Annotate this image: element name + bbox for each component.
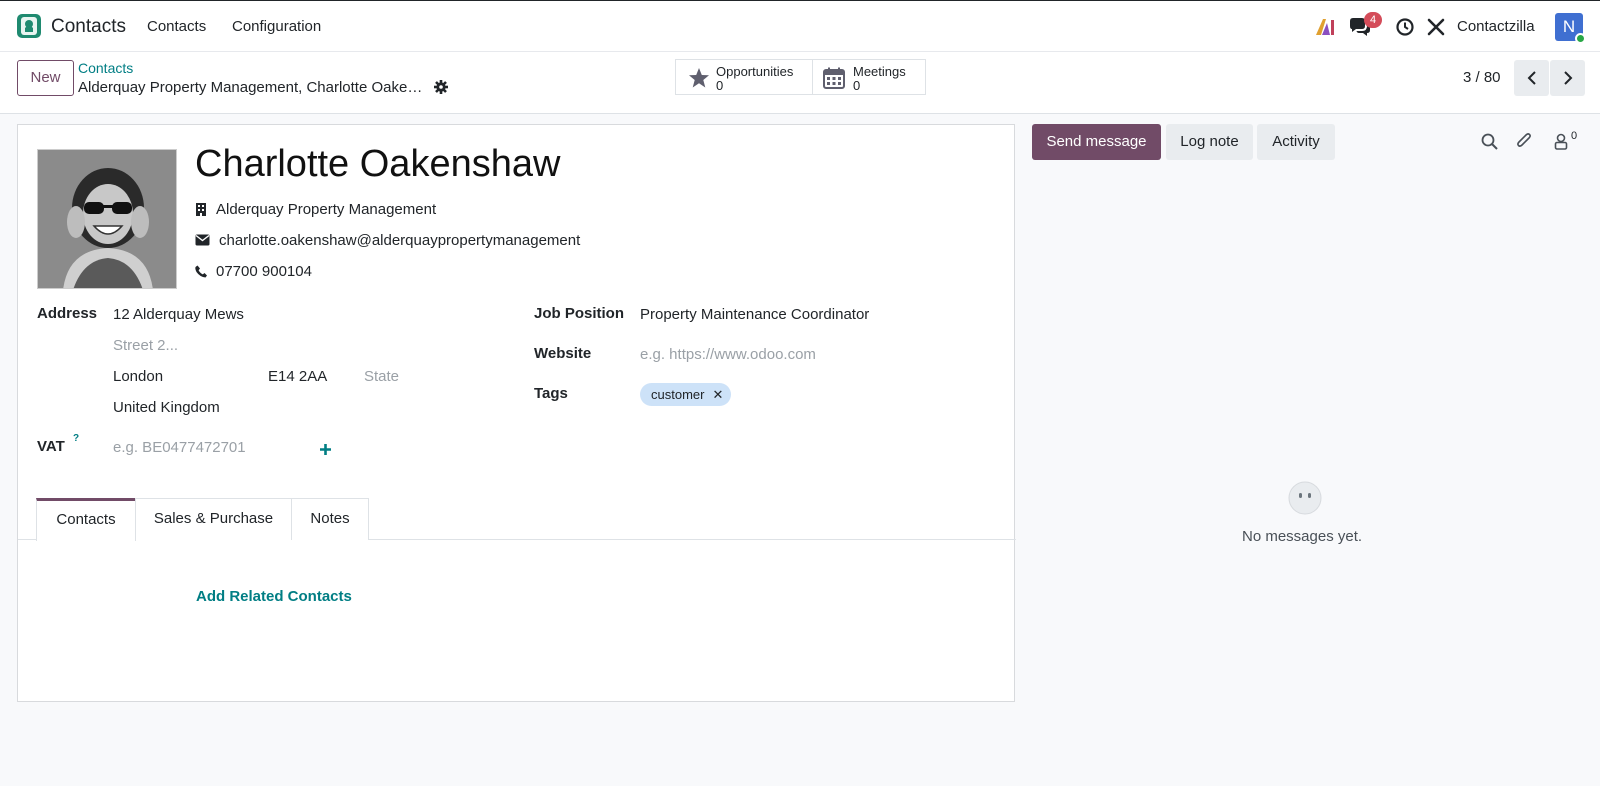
- ai-icon[interactable]: [1314, 1, 1336, 53]
- phone-icon: [195, 265, 207, 277]
- country-select[interactable]: United Kingdom: [113, 399, 220, 416]
- job-position-label: Job Position: [534, 305, 624, 322]
- new-button[interactable]: New: [17, 60, 74, 96]
- tab-contacts[interactable]: Contacts: [36, 498, 136, 541]
- menu-configuration[interactable]: Configuration: [232, 18, 321, 35]
- calendar-icon: [823, 67, 845, 89]
- notebook-tabs: Contacts Sales & Purchase Notes: [18, 498, 1016, 541]
- control-panel: New Contacts Alderquay Property Manageme…: [0, 52, 1600, 114]
- followers-icon: [1554, 133, 1568, 150]
- form-sheet: Charlotte Oakenshaw Alderquay Property M…: [17, 124, 1016, 702]
- tag-label: customer: [651, 387, 705, 402]
- log-note-button[interactable]: Log note: [1166, 124, 1253, 160]
- breadcrumb-current: Alderquay Property Management, Charlotte…: [78, 79, 423, 96]
- company-switcher[interactable]: Contactzilla: [1457, 18, 1535, 35]
- chevron-right-icon: [1563, 71, 1572, 85]
- top-navbar: Contacts Contacts Configuration 4 Contac…: [0, 0, 1600, 52]
- messages-icon[interactable]: 4: [1348, 1, 1383, 53]
- opportunities-count: 0: [716, 78, 724, 93]
- user-initial: N: [1562, 17, 1576, 36]
- meetings-smart-button[interactable]: Meetings 0: [812, 59, 926, 95]
- envelope-icon: [195, 234, 210, 246]
- plus-icon[interactable]: [319, 443, 332, 456]
- pager-value[interactable]: 3 / 80: [1463, 69, 1501, 86]
- website-input[interactable]: e.g. https://www.odoo.com: [640, 346, 816, 363]
- tag-remove-icon[interactable]: ✕: [712, 387, 723, 403]
- followers-count: 0: [1571, 130, 1578, 142]
- contacts-app-icon[interactable]: [17, 14, 41, 38]
- email-value: charlotte.oakenshaw@alderquaypropertyman…: [219, 231, 581, 249]
- opportunities-label: Opportunities: [716, 64, 794, 79]
- vat-label: VAT: [37, 438, 65, 455]
- tags-label: Tags: [534, 385, 568, 402]
- tab-notes[interactable]: Notes: [291, 498, 369, 540]
- no-messages-text: No messages yet.: [1242, 528, 1363, 545]
- activity-clock-icon[interactable]: [1395, 1, 1415, 53]
- zip-input[interactable]: E14 2AA: [268, 368, 327, 385]
- email-field[interactable]: charlotte.oakenshaw@alderquaypropertyman…: [195, 230, 615, 250]
- phone-value: 07700 900104: [216, 262, 312, 280]
- send-message-button[interactable]: Send message: [1032, 124, 1161, 160]
- neutral-face-icon: [1288, 481, 1322, 515]
- job-position-input[interactable]: Property Maintenance Coordinator: [640, 306, 869, 323]
- messages-badge: 4: [1364, 12, 1383, 28]
- tag-customer: customer ✕: [640, 383, 732, 406]
- meetings-label: Meetings: [853, 64, 906, 79]
- state-select[interactable]: State: [364, 368, 399, 385]
- pager-previous-button[interactable]: [1514, 60, 1549, 96]
- activity-button[interactable]: Activity: [1257, 124, 1335, 160]
- phone-field[interactable]: 07700 900104: [195, 261, 312, 281]
- company-field[interactable]: Alderquay Property Management: [195, 199, 436, 219]
- followers-button[interactable]: 0: [1553, 130, 1583, 152]
- vat-help-icon[interactable]: ?: [73, 433, 79, 444]
- search-icon[interactable]: [1481, 133, 1498, 150]
- meetings-count: 0: [853, 78, 861, 93]
- app-title[interactable]: Contacts: [51, 16, 126, 38]
- breadcrumb-contacts[interactable]: Contacts: [78, 60, 133, 76]
- tab-sales-purchase[interactable]: Sales & Purchase: [135, 498, 292, 540]
- vat-input[interactable]: e.g. BE0477472701: [113, 439, 246, 456]
- user-avatar[interactable]: N: [1555, 1, 1586, 53]
- star-icon: [689, 68, 709, 88]
- building-icon: [196, 202, 206, 216]
- website-label: Website: [534, 345, 592, 362]
- street2-input[interactable]: Street 2...: [113, 337, 178, 354]
- contact-name[interactable]: Charlotte Oakenshaw: [195, 143, 560, 186]
- menu-contacts[interactable]: Contacts: [147, 18, 206, 35]
- paperclip-icon[interactable]: [1515, 132, 1533, 151]
- debug-tools-icon[interactable]: [1427, 1, 1445, 53]
- add-related-contacts-button[interactable]: Add Related Contacts: [196, 588, 352, 605]
- chevron-left-icon: [1527, 71, 1536, 85]
- city-input[interactable]: London: [113, 368, 163, 385]
- opportunities-smart-button[interactable]: Opportunities 0: [675, 59, 813, 95]
- gear-icon[interactable]: [433, 79, 449, 95]
- street-input[interactable]: 12 Alderquay Mews: [113, 306, 244, 323]
- contact-photo[interactable]: [37, 149, 177, 289]
- pager-next-button[interactable]: [1550, 60, 1585, 96]
- address-label: Address: [37, 305, 98, 322]
- company-name: Alderquay Property Management: [216, 200, 437, 218]
- online-status-dot: [1575, 33, 1586, 44]
